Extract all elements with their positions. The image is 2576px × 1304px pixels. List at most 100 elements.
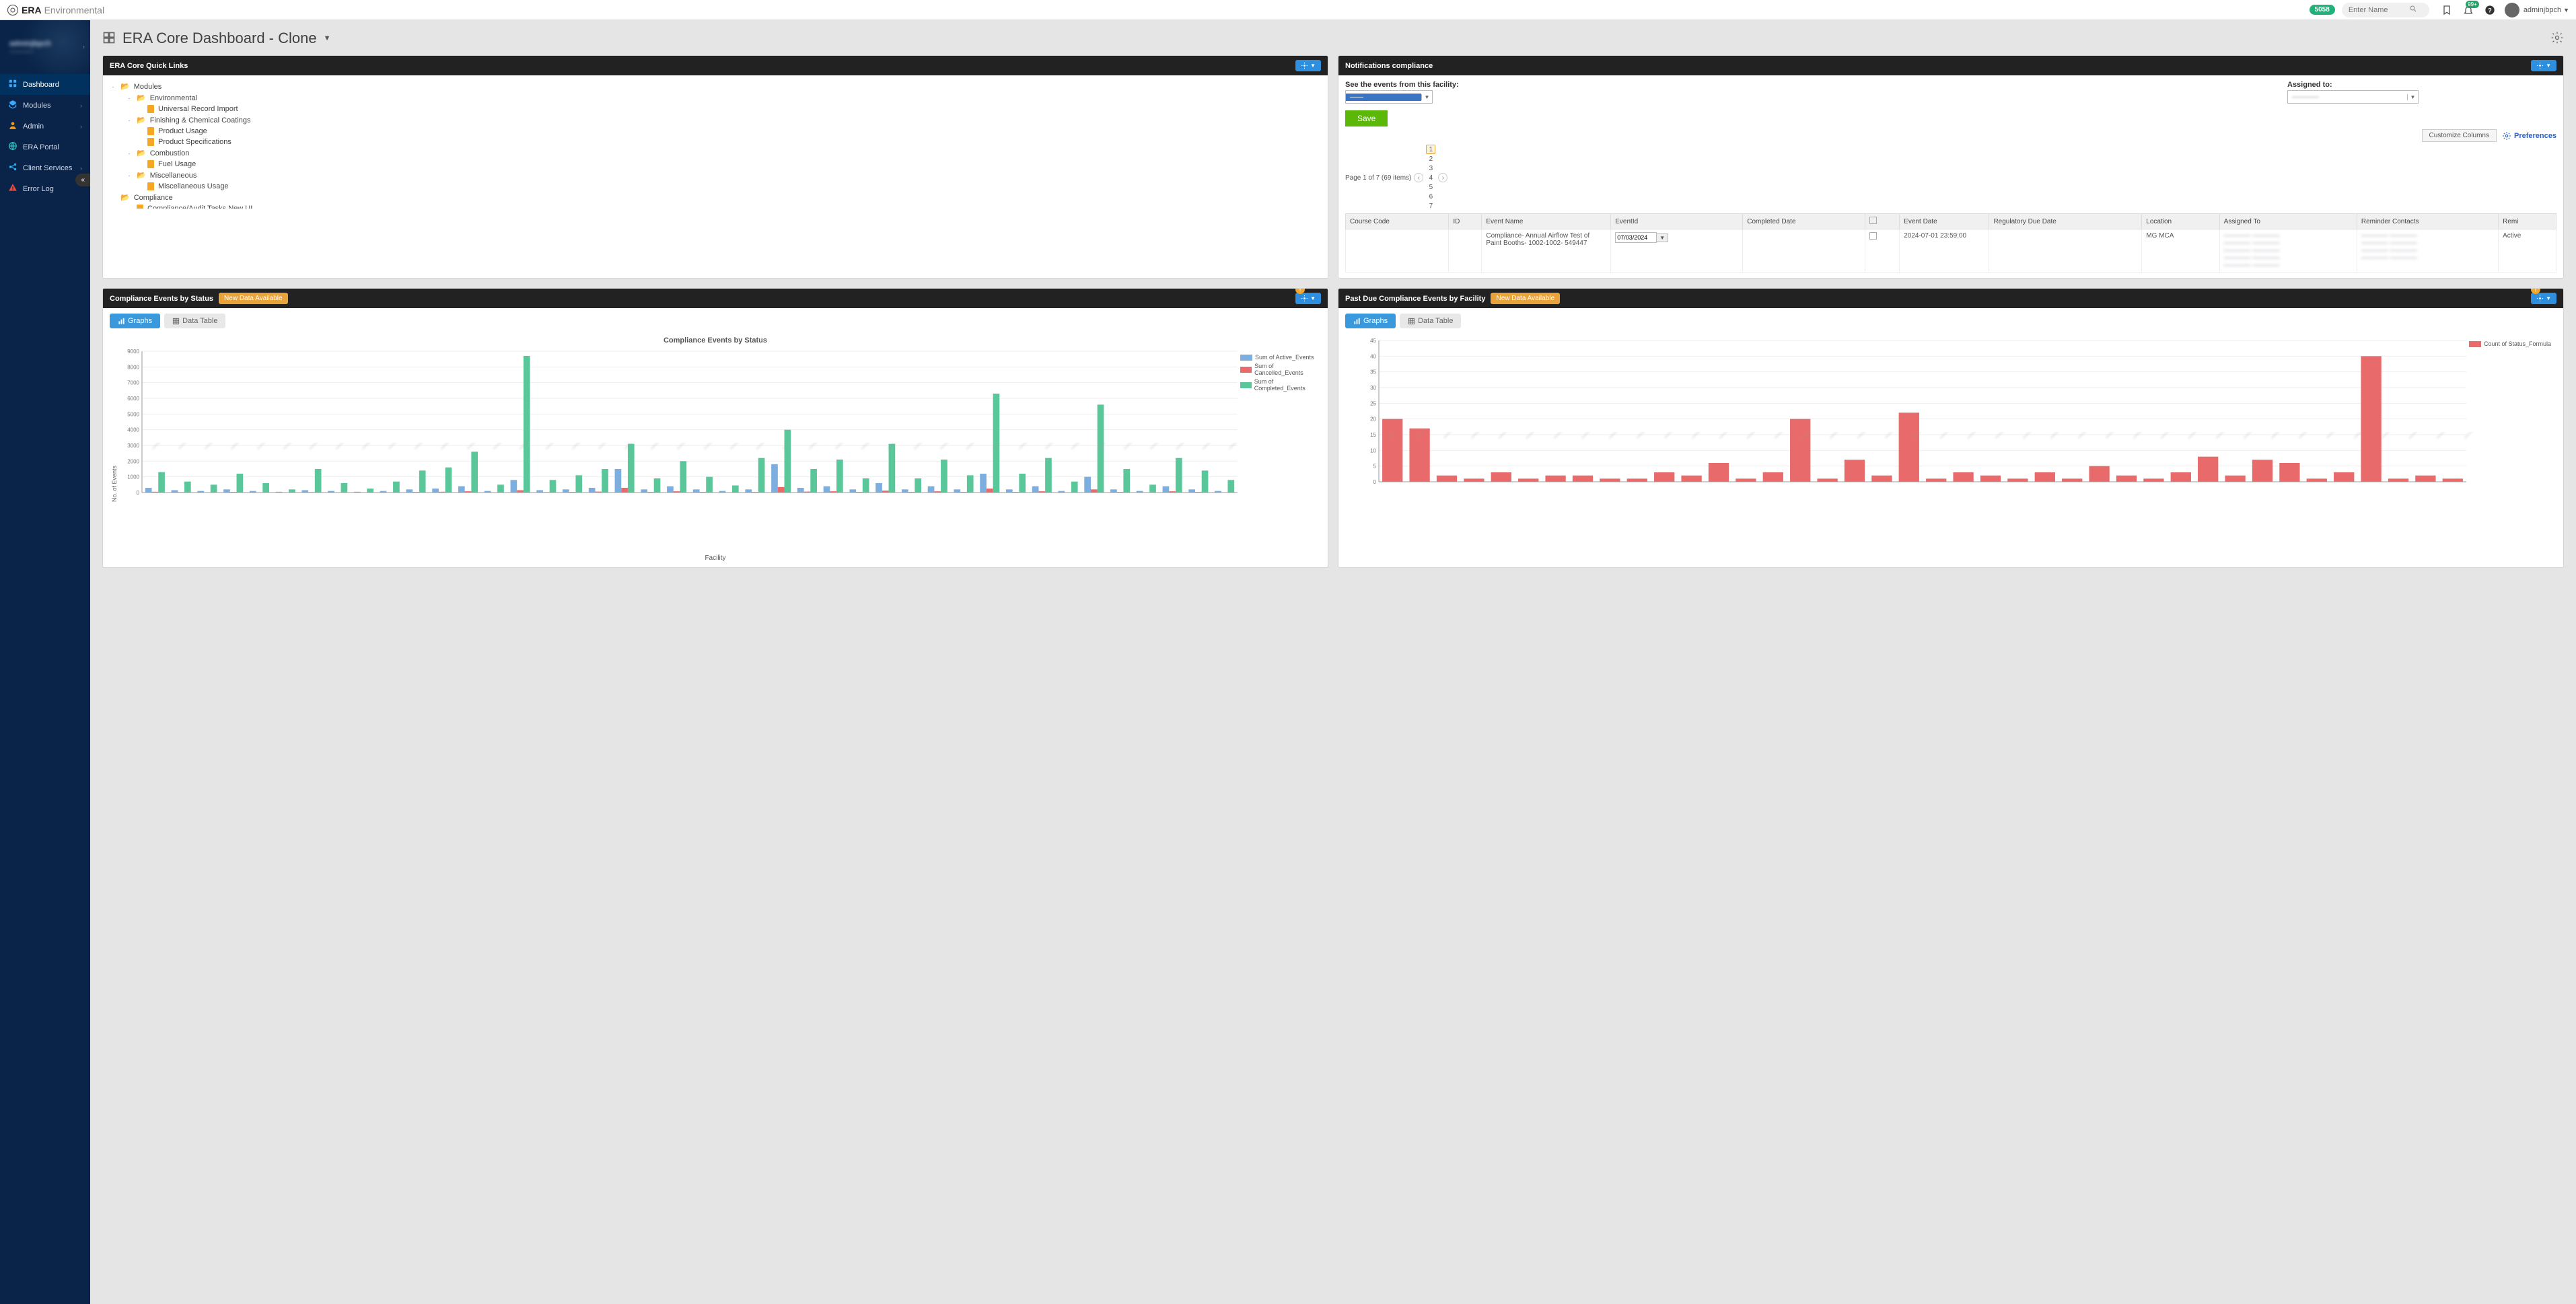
tree-node[interactable]: Product Specifications	[110, 137, 1317, 147]
svg-text:9000: 9000	[127, 349, 139, 355]
search-input[interactable]	[2349, 6, 2409, 14]
tab-graphs-status[interactable]: Graphs	[110, 314, 160, 328]
tab-table-status[interactable]: Data Table	[164, 314, 225, 328]
column-header[interactable]: Reminder Contacts	[2357, 214, 2498, 229]
sidebar-item-dashboard[interactable]: Dashboard	[0, 74, 90, 95]
column-header[interactable]: Course Code	[1346, 214, 1449, 229]
panel-title-notif: Notifications compliance	[1345, 62, 1433, 70]
chevron-down-icon: ▼	[1421, 94, 1432, 100]
pager-page-5[interactable]: 5	[1426, 182, 1435, 192]
pager-page-6[interactable]: 6	[1426, 192, 1435, 201]
svg-text:40: 40	[1370, 353, 1376, 359]
tree-node[interactable]: Fuel Usage	[110, 159, 1317, 170]
brand-bold: ERA	[22, 5, 42, 15]
tree-node[interactable]: Product Usage	[110, 126, 1317, 137]
chevron-right-icon: ›	[80, 102, 82, 109]
panel-title-status: Compliance Events by Status	[110, 295, 213, 303]
bookmark-icon[interactable]	[2439, 2, 2455, 18]
sidebar-item-era-portal[interactable]: ERA Portal	[0, 137, 90, 157]
legend-item: Sum of Completed_Events	[1240, 378, 1321, 392]
pager-page-4[interactable]: 4	[1426, 173, 1435, 182]
save-button[interactable]: Save	[1345, 110, 1388, 126]
global-search[interactable]	[2342, 3, 2429, 17]
globe-icon	[8, 141, 17, 153]
tree-node[interactable]: -📂Finishing & Chemical Coatings	[110, 114, 1317, 126]
chart1-xlabel: Facility	[110, 554, 1321, 562]
page-title: ERA Core Dashboard - Clone	[122, 30, 317, 47]
assigned-filter-label: Assigned to:	[2287, 81, 2332, 89]
tree-node[interactable]: 📂Compliance	[110, 192, 1317, 203]
column-header[interactable]: EventId	[1611, 214, 1743, 229]
column-header[interactable]	[1865, 214, 1900, 229]
chevron-down-icon[interactable]: ▼	[1657, 233, 1668, 242]
bell-icon[interactable]: 99+	[2460, 2, 2476, 18]
folder-open-icon: 📂	[137, 94, 146, 102]
header-checkbox[interactable]	[1869, 217, 1877, 224]
chevron-right-icon: ›	[80, 123, 82, 130]
column-header[interactable]: Completed Date	[1743, 214, 1865, 229]
column-header[interactable]: ID	[1449, 214, 1482, 229]
folder-open-icon: 📂	[120, 193, 130, 202]
column-header[interactable]: Remi	[2499, 214, 2556, 229]
pager-page-3[interactable]: 3	[1426, 164, 1435, 173]
svg-text:25: 25	[1370, 400, 1376, 406]
panel-settings-pastdue[interactable]: ▼	[2531, 293, 2556, 304]
tree-node[interactable]: -📂Combustion	[110, 147, 1317, 159]
tree-node[interactable]: -📂Modules	[110, 81, 1317, 92]
column-header[interactable]: Regulatory Due Date	[1989, 214, 2142, 229]
customize-columns-button[interactable]: Customize Columns	[2422, 129, 2497, 142]
tree-node[interactable]: Miscellaneous Usage	[110, 181, 1317, 192]
sidebar-item-modules[interactable]: Modules›	[0, 95, 90, 116]
tree-node[interactable]: -📂Environmental	[110, 92, 1317, 104]
legend-item: Sum of Cancelled_Events	[1240, 363, 1321, 376]
file-icon	[147, 160, 154, 168]
username-label: adminjbpch	[2524, 6, 2561, 14]
file-icon	[147, 105, 154, 113]
page-title-dropdown-caret[interactable]: ▼	[324, 34, 331, 42]
svg-text:45: 45	[1370, 338, 1376, 344]
tree-node[interactable]: Universal Record Import	[110, 104, 1317, 114]
column-header[interactable]: Event Date	[1900, 214, 1989, 229]
assigned-combo[interactable]: ————▼	[2287, 90, 2419, 104]
table-row[interactable]: Compliance- Annual Airflow Test of Paint…	[1346, 229, 2556, 273]
row-checkbox[interactable]	[1869, 232, 1877, 240]
new-data-badge-pastdue[interactable]: New Data Available	[1491, 293, 1560, 304]
legend-item: Sum of Active_Events	[1240, 354, 1321, 361]
page-settings-icon[interactable]	[2550, 31, 2564, 46]
notifications-table: Course CodeIDEvent NameEventIdCompleted …	[1345, 213, 2556, 273]
column-header[interactable]: Event Name	[1482, 214, 1611, 229]
sidebar: adminjbpch ———— › DashboardModules›Admin…	[0, 20, 90, 1304]
eventid-date-input[interactable]: ▼	[1615, 232, 1738, 243]
sidebar-collapse[interactable]: «	[75, 174, 90, 186]
tab-table-pastdue[interactable]: Data Table	[1400, 314, 1461, 328]
new-data-badge-status[interactable]: New Data Available	[219, 293, 288, 304]
top-counter-badge[interactable]: 5058	[2310, 5, 2335, 15]
pager-next[interactable]: ›	[1438, 173, 1447, 182]
tree-node[interactable]: -📂Miscellaneous	[110, 170, 1317, 181]
cubes-icon	[8, 100, 17, 111]
sidebar-item-admin[interactable]: Admin›	[0, 116, 90, 137]
search-icon[interactable]	[2409, 5, 2417, 15]
user-menu-caret[interactable]: ▼	[2563, 7, 2569, 13]
column-header[interactable]: Location	[2142, 214, 2219, 229]
folder-open-icon: 📂	[137, 149, 146, 157]
tab-graphs-pastdue[interactable]: Graphs	[1345, 314, 1396, 328]
preferences-link[interactable]: Preferences	[2502, 131, 2556, 141]
sidebar-user-card[interactable]: adminjbpch ———— ›	[0, 20, 90, 74]
facility-combo[interactable]: ——▼	[1345, 90, 1433, 104]
tree-node[interactable]: Compliance/Audit Tasks New UI	[110, 203, 1317, 209]
alert-icon	[8, 183, 17, 194]
svg-text:4000: 4000	[127, 427, 139, 433]
panel-settings-quicklinks[interactable]: ▼	[1295, 60, 1321, 71]
pager-page-1[interactable]: 1	[1426, 145, 1435, 154]
pager-prev[interactable]: ‹	[1414, 173, 1423, 182]
column-header[interactable]: Assigned To	[2219, 214, 2357, 229]
pager-page-2[interactable]: 2	[1426, 154, 1435, 164]
chart1-ylabel: No. of Events	[110, 347, 119, 502]
user-avatar[interactable]	[2505, 3, 2519, 17]
pager-page-7[interactable]: 7	[1426, 201, 1435, 211]
help-icon[interactable]: ?	[2482, 2, 2498, 18]
panel-settings-status[interactable]: ▼	[1295, 293, 1321, 304]
grid-icon	[8, 79, 17, 90]
panel-settings-notif[interactable]: ▼	[2531, 60, 2556, 71]
